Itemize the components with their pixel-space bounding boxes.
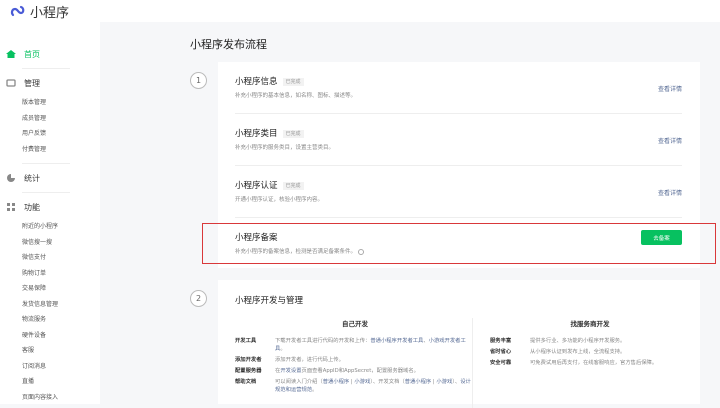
divider bbox=[22, 163, 70, 164]
row-text: 从小程序认证到发布上线，全流程支持。 bbox=[530, 349, 626, 355]
sidebar-item-live[interactable]: 直播 bbox=[0, 374, 100, 390]
step-title: 小程序认证 bbox=[235, 181, 278, 191]
home-icon bbox=[6, 49, 16, 59]
row-rich-services: 服务丰富 提供多行业、多功能的小程序开发服务。 bbox=[490, 337, 690, 345]
sidebar-item-trade-guarantee[interactable]: 交易保障 bbox=[0, 281, 100, 297]
status-badge: 已完成 bbox=[282, 78, 304, 86]
view-details-link[interactable]: 查看详情 bbox=[658, 84, 682, 93]
step-item-info: 小程序信息 已完成 补充小程序的基本信息，如名称、图标、描述等。 查看详情 bbox=[235, 62, 682, 114]
app-logo-text: 小程序 bbox=[30, 5, 70, 21]
row-time-saving: 省时省心 从小程序认证到发布上线，全流程支持。 bbox=[490, 348, 690, 356]
miniprogram-devtools-link[interactable]: 普通小程序开发者工具 bbox=[370, 338, 423, 344]
intro-minigame-link[interactable]: 小游戏 bbox=[354, 379, 370, 385]
sidebar-features-label: 功能 bbox=[24, 202, 40, 212]
docs-minigame-link[interactable]: 小游戏 bbox=[436, 379, 452, 385]
grid-icon bbox=[6, 202, 16, 212]
row-text: ）、 bbox=[452, 379, 461, 385]
sidebar-item-pay[interactable]: 微信支付 bbox=[0, 250, 100, 266]
pie-chart-icon bbox=[6, 173, 16, 183]
dev-manage-card: 小程序开发与管理 自己开发 开发工具 下载开发者工具进行代码的开发和上传：普通小程… bbox=[218, 280, 700, 408]
punct: 。 bbox=[280, 346, 286, 352]
row-text: 下载开发者工具进行代码的开发和上传： bbox=[275, 338, 371, 344]
row-label: 帮助文档 bbox=[235, 379, 257, 385]
row-text: 添加开发者，进行代码上传。 bbox=[275, 357, 344, 363]
sidebar-home-label: 首页 bbox=[24, 49, 40, 59]
sidebar-item-stats[interactable]: 统计 bbox=[0, 170, 100, 186]
row-secure: 安全可靠 可免费试用后再支付，在线客服响应，官方售后保障。 bbox=[490, 359, 690, 367]
status-badge: 已完成 bbox=[282, 182, 304, 190]
row-label: 服务丰富 bbox=[490, 338, 512, 344]
sidebar-stats-label: 统计 bbox=[24, 173, 40, 183]
sidebar-item-customer-service[interactable]: 客服 bbox=[0, 343, 100, 359]
row-add-developer: 添加开发者 添加开发者，进行代码上传。 bbox=[235, 356, 475, 364]
vendor-dev-column: 找服务商开发 服务丰富 提供多行业、多功能的小程序开发服务。 省时省心 从小程序认证… bbox=[490, 318, 690, 370]
step-description: 补充小程序的基本信息，如名称、图标、描述等。 bbox=[235, 93, 357, 99]
view-details-link[interactable]: 查看详情 bbox=[658, 188, 682, 197]
page-title: 小程序发布流程 bbox=[190, 38, 267, 51]
step-description: 补充小程序的服务类目，设置主营类目。 bbox=[235, 145, 335, 151]
sidebar-item-subscribe-msg[interactable]: 订阅消息 bbox=[0, 359, 100, 375]
sidebar-item-version[interactable]: 版本管理 bbox=[0, 95, 100, 111]
row-label: 省时省心 bbox=[490, 349, 512, 355]
sidebar-item-nearby[interactable]: 附近的小程序 bbox=[0, 219, 100, 235]
sidebar-item-hardware[interactable]: 硬件设备 bbox=[0, 328, 100, 344]
highlight-box bbox=[202, 223, 716, 264]
row-label: 配置服务器 bbox=[235, 368, 262, 374]
row-text: 可以阅读入门介绍（ bbox=[275, 379, 323, 385]
sidebar-item-home[interactable]: 首页 bbox=[0, 46, 100, 62]
sidebar-item-features[interactable]: 功能 bbox=[0, 199, 100, 215]
sidebar-item-logistics[interactable]: 物流服务 bbox=[0, 312, 100, 328]
row-text: 页面查看AppID和AppSecret，配置服务器域名。 bbox=[301, 368, 419, 374]
sidebar-item-billing[interactable]: 付费管理 bbox=[0, 142, 100, 158]
sidebar-item-page-content[interactable]: 页面内容接入 bbox=[0, 390, 100, 406]
step-description: 开通小程序认证，核验小程序内容。 bbox=[235, 197, 324, 203]
view-details-link[interactable]: 查看详情 bbox=[658, 136, 682, 145]
divider bbox=[22, 192, 70, 193]
row-label: 添加开发者 bbox=[235, 357, 262, 363]
row-text: 提供多行业、多功能的小程序开发服务。 bbox=[530, 338, 626, 344]
sidebar-item-members[interactable]: 成员管理 bbox=[0, 111, 100, 127]
step-title: 小程序类目 bbox=[235, 129, 278, 139]
row-server-config: 配置服务器 在开发设置页面查看AppID和AppSecret，配置服务器域名。 bbox=[235, 367, 475, 375]
step-number-2: 2 bbox=[190, 290, 207, 307]
step-title: 小程序信息 bbox=[235, 77, 278, 87]
column-heading: 找服务商开发 bbox=[570, 320, 610, 328]
punct: 。 bbox=[312, 387, 318, 393]
mini-program-logo-icon bbox=[10, 5, 25, 17]
row-help-docs: 帮助文档 可以阅读入门介绍（普通小程序 | 小游戏）、开发文档（普通小程序 | 小… bbox=[235, 378, 475, 394]
column-divider bbox=[472, 318, 473, 408]
sidebar: 首页 管理 版本管理 成员管理 用户反馈 付费管理 统计 功能 附近的小程序 微… bbox=[0, 22, 100, 404]
sidebar-item-search[interactable]: 微信搜一搜 bbox=[0, 235, 100, 251]
row-label: 安全可靠 bbox=[490, 360, 512, 366]
step-item-verification: 小程序认证 已完成 开通小程序认证，核验小程序内容。 查看详情 bbox=[235, 166, 682, 218]
sidebar-item-manage[interactable]: 管理 bbox=[0, 75, 100, 91]
step-item-category: 小程序类目 已完成 补充小程序的服务类目，设置主营类目。 查看详情 bbox=[235, 114, 682, 166]
dev-settings-link[interactable]: 开发设置 bbox=[280, 368, 301, 374]
sidebar-manage-label: 管理 bbox=[24, 78, 40, 88]
docs-miniprogram-link[interactable]: 普通小程序 bbox=[405, 379, 432, 385]
row-text: 可免费试用后再支付，在线客服响应，官方售后保障。 bbox=[530, 360, 658, 366]
inbox-icon bbox=[6, 78, 16, 88]
row-label: 开发工具 bbox=[235, 338, 257, 344]
self-dev-column: 自己开发 开发工具 下载开发者工具进行代码的开发和上传：普通小程序开发者工具、小游… bbox=[235, 318, 475, 397]
status-badge: 已完成 bbox=[282, 130, 304, 138]
divider bbox=[22, 68, 70, 69]
step-number-1: 1 bbox=[190, 72, 207, 89]
sidebar-item-orders[interactable]: 购物订单 bbox=[0, 266, 100, 282]
column-heading: 自己开发 bbox=[342, 320, 368, 328]
intro-miniprogram-link[interactable]: 普通小程序 bbox=[323, 379, 350, 385]
row-dev-tools: 开发工具 下载开发者工具进行代码的开发和上传：普通小程序开发者工具、小游戏开发者工… bbox=[235, 337, 475, 353]
row-text: ）、开发文档（ bbox=[370, 379, 405, 385]
section-title: 小程序开发与管理 bbox=[235, 296, 304, 306]
sidebar-item-shipping-info[interactable]: 发货信息管理 bbox=[0, 297, 100, 313]
header: 小程序 bbox=[0, 0, 720, 22]
sidebar-item-feedback[interactable]: 用户反馈 bbox=[0, 126, 100, 142]
